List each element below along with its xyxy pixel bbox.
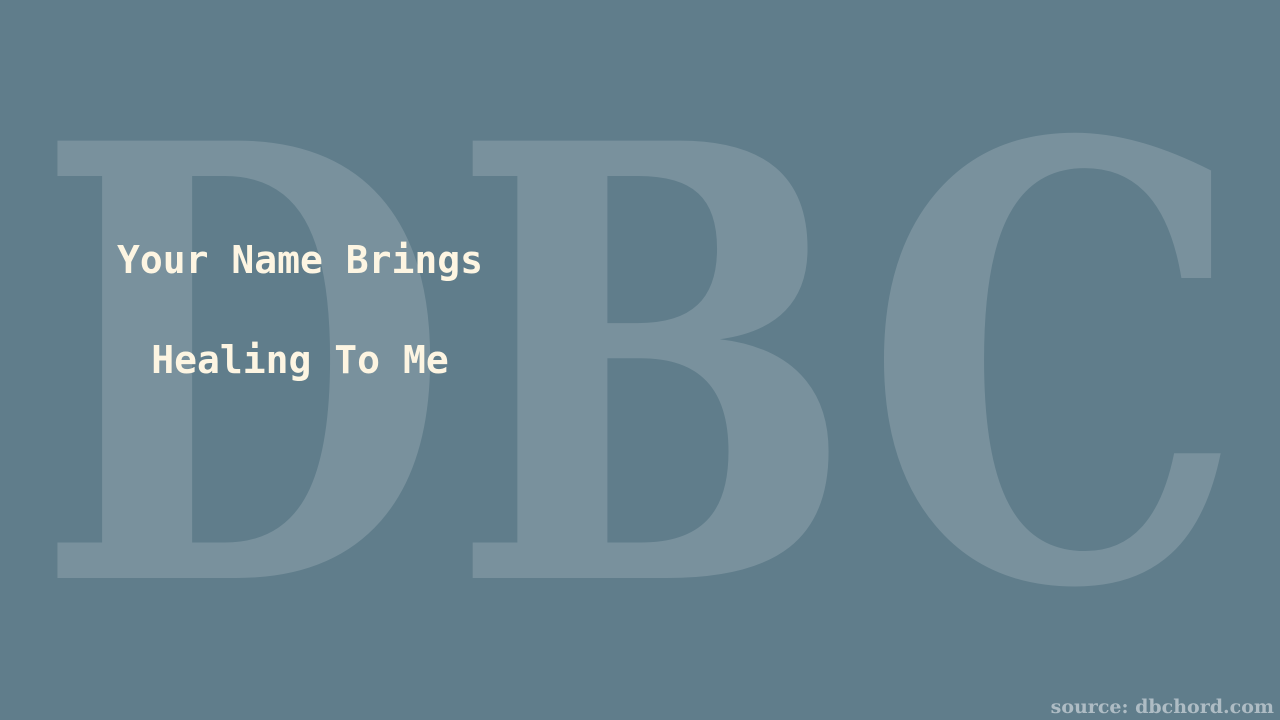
song-title: Your Name Brings Healing To Me [60,210,540,410]
song-title-line-1: Your Name Brings [116,238,484,282]
source-credit: source: dbchord.com [1050,696,1274,718]
song-title-line-2: Healing To Me [151,338,449,382]
